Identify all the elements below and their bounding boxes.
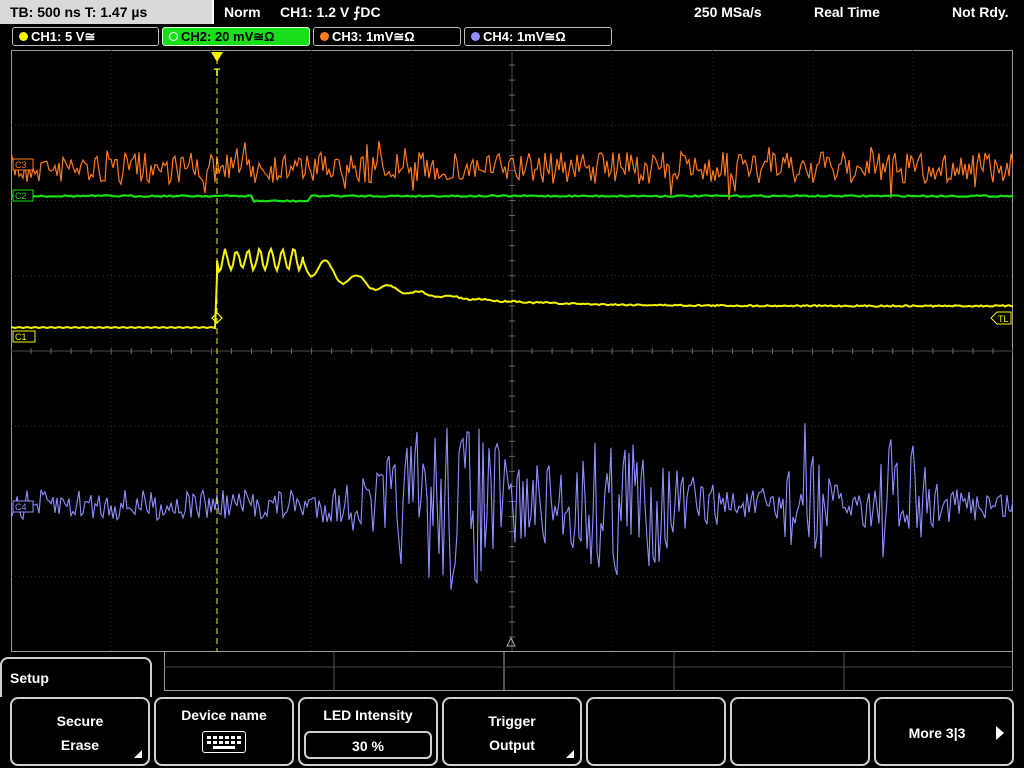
submenu-indicator-icon (134, 750, 142, 758)
timebase-readout[interactable]: TB: 500 ns T: 1.47 µs (0, 0, 214, 24)
softkey-label: More 3|3 (908, 725, 966, 741)
softkey-label-2: Output (489, 737, 535, 753)
empty-softkey-6[interactable] (730, 697, 870, 766)
next-page-icon (996, 726, 1004, 740)
acquisition-mode: Real Time (814, 4, 880, 20)
trigger-output-button[interactable]: Trigger Output (442, 697, 582, 766)
ch4-dot-icon (471, 32, 480, 41)
led-intensity-button[interactable]: LED Intensity 30 % (298, 697, 438, 766)
keyboard-icon (202, 731, 246, 753)
channel-tab-ch4[interactable]: CH4: 1mV≅Ω (464, 27, 612, 46)
svg-text:C3: C3 (15, 160, 27, 170)
device-name-button[interactable]: Device name (154, 697, 294, 766)
trigger-pos-label: T (214, 67, 221, 79)
ch4-offset-marker[interactable]: C4 (12, 500, 34, 513)
trigger-readout[interactable]: CH1: 1.2 V ⨍DC (280, 0, 381, 24)
svg-text:TL: TL (998, 314, 1009, 324)
softkey-label: Device name (181, 707, 267, 723)
channel-tab-ch2[interactable]: CH2: 20 mV≅Ω (162, 27, 310, 46)
softkey-label: LED Intensity (323, 707, 413, 723)
ch2-dot-icon (169, 32, 178, 41)
softkey-label: Trigger (488, 713, 536, 729)
svg-text:C4: C4 (15, 502, 27, 512)
zoom-strip (164, 651, 1013, 691)
svg-text:C1: C1 (15, 332, 27, 342)
trigger-mode[interactable]: Norm (224, 0, 261, 24)
submenu-indicator-icon (566, 750, 574, 758)
menu-title: Setup (0, 657, 152, 697)
channel-tab-ch3[interactable]: CH3: 1mV≅Ω (313, 27, 461, 46)
channel-label: CH2: 20 mV≅Ω (181, 29, 275, 44)
ch3-dot-icon (320, 32, 329, 41)
ch2-offset-marker[interactable]: C2 (12, 189, 34, 202)
sample-rate: 250 MSa/s (694, 4, 762, 20)
ch1-offset-marker[interactable]: C1 (12, 330, 36, 343)
channel-label: CH3: 1mV≅Ω (332, 29, 415, 44)
channel-label: CH4: 1mV≅Ω (483, 29, 566, 44)
secure-erase-button[interactable]: Secure Erase (10, 697, 150, 766)
more-button[interactable]: More 3|3 (874, 697, 1014, 766)
softkey-label: Secure (56, 713, 104, 729)
softkey-label-2: Erase (60, 737, 100, 753)
empty-softkey-5[interactable] (586, 697, 726, 766)
waveform-display[interactable]: T C3 C2 C1 C4 TL (11, 50, 1013, 652)
ch1-dot-icon (19, 32, 28, 41)
channel-label: CH1: 5 V≅ (31, 29, 96, 44)
led-intensity-value[interactable]: 30 % (304, 731, 432, 759)
waveform-canvas: T C3 C2 C1 C4 TL (11, 50, 1013, 652)
status-bar: TB: 500 ns T: 1.47 µs Norm CH1: 1.2 V ⨍D… (0, 0, 1024, 25)
ch3-offset-marker[interactable]: C3 (12, 158, 34, 171)
trigger-state: Not Rdy. (952, 4, 1009, 20)
svg-text:C2: C2 (15, 191, 27, 201)
channel-tab-ch1[interactable]: CH1: 5 V≅ (12, 27, 159, 46)
